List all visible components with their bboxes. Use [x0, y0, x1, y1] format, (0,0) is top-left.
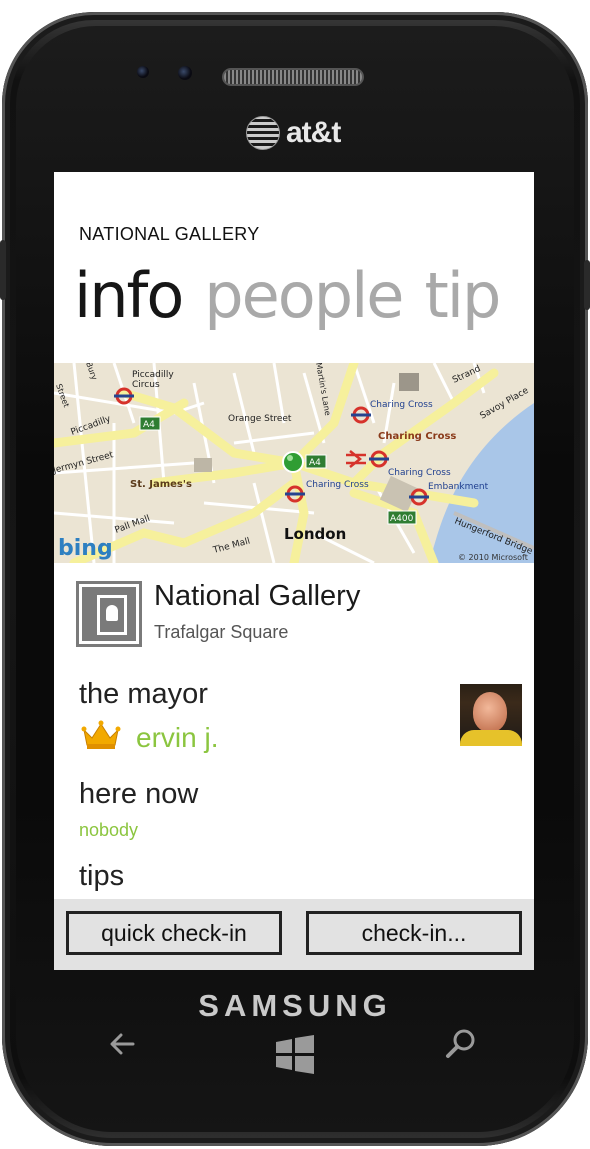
here-now-value: nobody: [79, 820, 139, 840]
map-label: Embankment: [428, 482, 489, 492]
here-now-heading: here now: [79, 778, 199, 810]
map-label: London: [284, 525, 346, 543]
carrier-logo: at&t: [246, 115, 341, 151]
map-copyright: © 2010 Microsoft: [458, 553, 528, 562]
windows-start-icon[interactable]: [272, 1032, 316, 1076]
app-bar: quick check-in check-in...: [54, 899, 534, 970]
venue-name: National Gallery: [154, 580, 361, 612]
location-map[interactable]: Piccadilly Circus Piccadilly Jermyn Stre…: [54, 363, 534, 563]
pivot-header: info people tip: [74, 256, 521, 336]
bing-logo: bing: [58, 536, 113, 561]
map-label: A4: [143, 420, 155, 430]
device-brand: SAMSUNG: [198, 988, 392, 1023]
quick-check-in-button[interactable]: quick check-in: [66, 911, 282, 955]
map-canvas: Piccadilly Circus Piccadilly Jermyn Stre…: [54, 363, 534, 563]
volume-button: [0, 240, 6, 300]
map-label: Piccadilly: [132, 370, 174, 380]
picture-frame-icon: [76, 581, 142, 647]
map-label: A4: [309, 458, 321, 468]
front-camera-icon: [178, 66, 192, 80]
mayor-avatar[interactable]: [460, 684, 522, 746]
power-button: [584, 260, 590, 310]
search-icon[interactable]: [440, 1022, 484, 1066]
map-label: St. James's: [130, 479, 192, 490]
tips-heading: tips: [79, 860, 125, 892]
pivot-item-tips[interactable]: tip: [424, 259, 501, 332]
pivot-item-people[interactable]: people: [204, 259, 404, 332]
carrier-name: at&t: [286, 116, 341, 149]
att-globe-icon: [246, 116, 280, 150]
map-label: Charing Cross: [388, 468, 451, 478]
crown-icon: [81, 720, 121, 749]
earpiece-speaker: [222, 68, 364, 86]
map-label: Circus: [132, 380, 160, 390]
pivot-item-info[interactable]: info: [74, 259, 184, 332]
location-pin-icon: [282, 451, 304, 473]
sensor-icon: [137, 66, 149, 78]
check-in-button[interactable]: check-in...: [306, 911, 522, 955]
mayor-name-link[interactable]: ervin j.: [136, 722, 218, 754]
map-label: Charing Cross: [370, 400, 433, 410]
mayor-heading: the mayor: [79, 678, 208, 710]
venue-address: Trafalgar Square: [154, 622, 289, 642]
map-label: Orange Street: [228, 414, 292, 424]
screen: NATIONAL GALLERY info people tip Piccadi…: [54, 172, 534, 970]
app-title: NATIONAL GALLERY: [79, 224, 260, 244]
map-label: A400: [390, 514, 414, 524]
map-label: Charing Cross: [378, 431, 456, 442]
back-icon[interactable]: [103, 1022, 147, 1066]
map-label: Charing Cross: [306, 480, 369, 490]
